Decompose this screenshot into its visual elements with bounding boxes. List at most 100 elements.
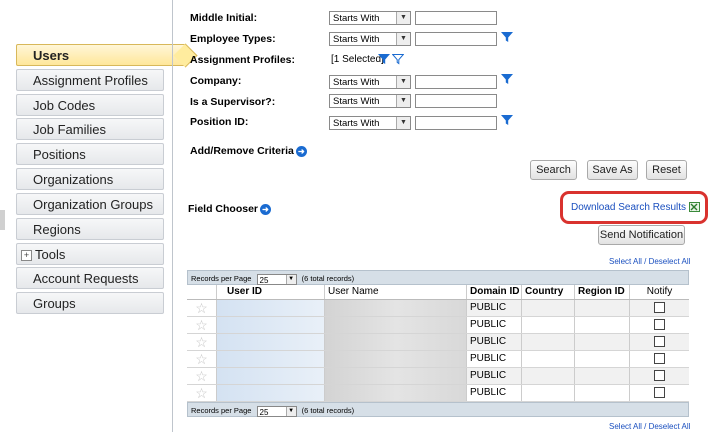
table-row: ☆ PUBLIC <box>187 385 689 402</box>
add-remove-criteria-label: Add/Remove Criteria <box>190 145 294 157</box>
domain-id-cell: PUBLIC <box>467 368 522 384</box>
notify-checkbox[interactable] <box>654 352 665 364</box>
user-name-cell <box>325 317 467 333</box>
annotation-highlight <box>560 191 708 224</box>
save-as-button[interactable]: Save As <box>587 160 638 180</box>
region-id-cell <box>575 368 630 384</box>
column-header <box>187 285 217 299</box>
star-icon[interactable]: ☆ <box>187 317 217 333</box>
notify-cell <box>630 385 689 401</box>
notify-cell <box>630 317 689 333</box>
select-all-link-bottom[interactable]: Select All / Deselect All <box>609 422 690 431</box>
country-cell <box>522 368 575 384</box>
operator-select[interactable]: Starts With ▼ <box>329 94 411 108</box>
chevron-down-icon: ▼ <box>396 95 410 107</box>
records-per-page-select[interactable]: 25 ▼ <box>256 273 297 285</box>
notify-checkbox[interactable] <box>654 335 665 347</box>
user-name-cell <box>325 351 467 367</box>
notify-checkbox[interactable] <box>654 301 665 313</box>
expand-icon[interactable]: + <box>21 250 32 262</box>
star-icon[interactable]: ☆ <box>187 368 217 384</box>
sidebar-item-organization-groups[interactable]: Organization Groups <box>16 193 164 215</box>
add-remove-criteria-link[interactable]: Add/Remove Criteria ➜ <box>190 145 307 157</box>
domain-id-cell: PUBLIC <box>467 317 522 333</box>
redacted-user-id <box>217 368 324 384</box>
sidebar-item-groups[interactable]: Groups <box>16 292 164 314</box>
funnel-icon[interactable] <box>501 31 513 43</box>
assignment-profiles-value[interactable]: [1 Selected] <box>331 54 384 65</box>
column-header[interactable]: User ID <box>217 285 325 299</box>
notify-checkbox[interactable] <box>654 318 665 330</box>
notify-cell <box>630 300 689 316</box>
sidebar-item-organizations[interactable]: Organizations <box>16 168 164 190</box>
criteria-input[interactable] <box>415 94 497 108</box>
operator-value: Starts With <box>333 96 380 107</box>
sidebar-item-account-requests[interactable]: Account Requests <box>16 267 164 289</box>
sidebar-item-positions[interactable]: Positions <box>16 143 164 165</box>
field-chooser-link[interactable]: Field Chooser ➜ <box>188 203 272 215</box>
sidebar-item-users[interactable]: Users <box>16 44 186 66</box>
redacted-user-name <box>325 317 466 333</box>
chevron-down-icon: ▼ <box>396 12 410 24</box>
sidebar-item-label: Account Requests <box>33 271 139 286</box>
sidebar-item-label: Job Codes <box>33 98 96 113</box>
total-records: (6 total records) <box>301 406 355 415</box>
funnel-outline-icon[interactable] <box>392 53 404 65</box>
star-icon[interactable]: ☆ <box>187 300 217 316</box>
arrow-circle-icon: ➜ <box>260 203 272 215</box>
total-records: (6 total records) <box>301 274 355 283</box>
sidebar-item-tools[interactable]: + Tools <box>16 243 164 265</box>
column-header[interactable]: Region ID <box>575 285 630 299</box>
sidebar-item-label: Tools <box>35 247 66 262</box>
redacted-user-name <box>325 368 466 384</box>
chevron-down-icon: ▼ <box>396 33 410 45</box>
operator-select[interactable]: Starts With ▼ <box>329 32 411 46</box>
reset-button[interactable]: Reset <box>646 160 687 180</box>
country-cell <box>522 334 575 350</box>
criteria-input[interactable] <box>415 75 497 89</box>
select-all-link[interactable]: Select All / Deselect All <box>609 257 690 266</box>
records-per-page-select[interactable]: 25 ▼ <box>256 405 297 417</box>
operator-select[interactable]: Starts With ▼ <box>329 75 411 89</box>
column-header[interactable]: Country <box>522 285 575 299</box>
sidebar-item-assignment-profiles[interactable]: Assignment Profiles <box>16 69 164 91</box>
criteria-input[interactable] <box>415 11 497 25</box>
funnel-icon[interactable] <box>378 53 390 65</box>
operator-select[interactable]: Starts With ▼ <box>329 116 411 130</box>
notify-checkbox[interactable] <box>654 386 665 398</box>
notify-cell <box>630 351 689 367</box>
operator-value: Starts With <box>333 118 380 129</box>
sidebar-collapse-handle[interactable] <box>0 210 5 230</box>
column-header[interactable]: Domain ID <box>467 285 522 299</box>
criteria-label: Middle Initial: <box>190 12 258 24</box>
table-row: ☆ PUBLIC <box>187 334 689 351</box>
sidebar-item-job-codes[interactable]: Job Codes <box>16 94 164 116</box>
records-per-page-value: 25 <box>259 407 269 417</box>
criteria-input[interactable] <box>415 32 497 46</box>
sidebar-item-job-families[interactable]: Job Families <box>16 118 164 140</box>
criteria-input[interactable] <box>415 116 497 130</box>
field-chooser-label: Field Chooser <box>188 203 259 215</box>
user-name-cell <box>325 385 467 401</box>
domain-id-cell: PUBLIC <box>467 334 522 350</box>
search-button[interactable]: Search <box>530 160 577 180</box>
sidebar-item-label: Organizations <box>33 172 114 187</box>
funnel-icon[interactable] <box>501 114 513 126</box>
star-icon[interactable]: ☆ <box>187 334 217 350</box>
records-per-page-label: Records per Page <box>191 274 252 283</box>
funnel-icon[interactable] <box>501 73 513 85</box>
criteria-label: Employee Types: <box>190 33 276 45</box>
redacted-user-name <box>325 300 466 316</box>
user-id-cell <box>217 385 325 401</box>
records-per-page-value: 25 <box>259 275 269 285</box>
operator-select[interactable]: Starts With ▼ <box>329 11 411 25</box>
sidebar-item-label: Users <box>33 48 70 63</box>
notify-checkbox[interactable] <box>654 369 665 381</box>
sidebar-item-regions[interactable]: Regions <box>16 218 164 240</box>
star-icon[interactable]: ☆ <box>187 351 217 367</box>
operator-value: Starts With <box>333 13 380 24</box>
column-header[interactable]: User Name <box>325 285 467 299</box>
send-notification-button[interactable]: Send Notification <box>598 225 685 245</box>
star-icon[interactable]: ☆ <box>187 385 217 401</box>
sidebar: Users Assignment Profiles Job Codes Job … <box>0 0 186 432</box>
